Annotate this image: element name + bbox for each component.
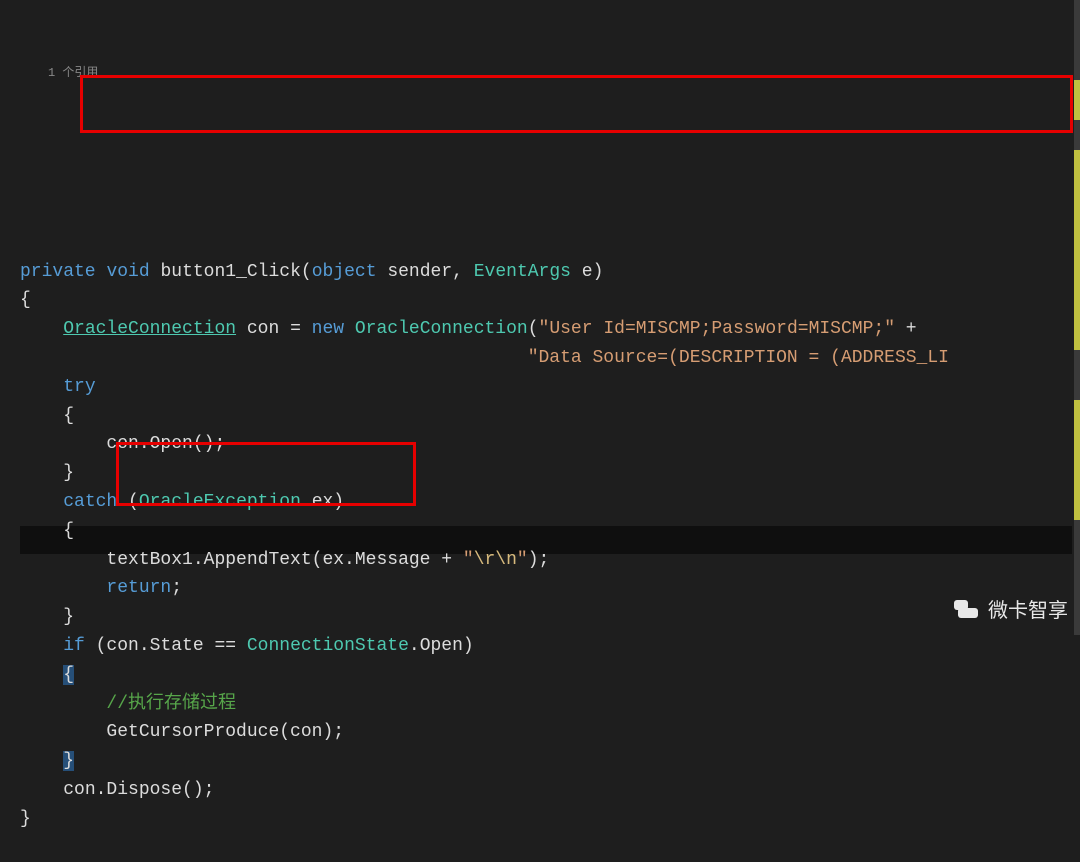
code-line: //执行存储过程 [20, 694, 236, 714]
gutter-mark [1074, 80, 1080, 120]
code-line: GetCursorProduce(con); [20, 722, 344, 742]
code-line: } [20, 751, 74, 771]
code-line: } [20, 607, 74, 627]
code-line: } [20, 463, 74, 483]
code-line: { [20, 521, 74, 541]
wechat-icon [954, 598, 980, 620]
code-line: catch (OracleException ex) [20, 492, 344, 512]
watermark-text: 微卡智享 [988, 594, 1068, 623]
code-line: { [20, 290, 31, 310]
code-line: { [20, 665, 74, 685]
code-line: textBox1.AppendText(ex.Message + "\r\n")… [20, 550, 549, 570]
reference-hint[interactable]: 1 个引用 [20, 64, 1080, 85]
code-line: return; [20, 578, 182, 598]
code-line: OracleConnection con = new OracleConnect… [20, 319, 917, 339]
code-line: con.Dispose(); [20, 780, 214, 800]
watermark: 微卡智享 [954, 594, 1068, 623]
code-block: private void button1_Click(object sender… [20, 229, 1080, 834]
code-line: if (con.State == ConnectionState.Open) [20, 636, 474, 656]
code-line: try [20, 377, 96, 397]
code-line: } [20, 809, 31, 829]
code-line: { [20, 406, 74, 426]
code-line: private void button1_Click(object sender… [20, 262, 603, 282]
code-editor[interactable]: 1 个引用 private void button1_Click(object … [0, 0, 1080, 862]
code-line: "Data Source=(DESCRIPTION = (ADDRESS_LI [20, 348, 949, 368]
code-line: con.Open(); [20, 434, 225, 454]
